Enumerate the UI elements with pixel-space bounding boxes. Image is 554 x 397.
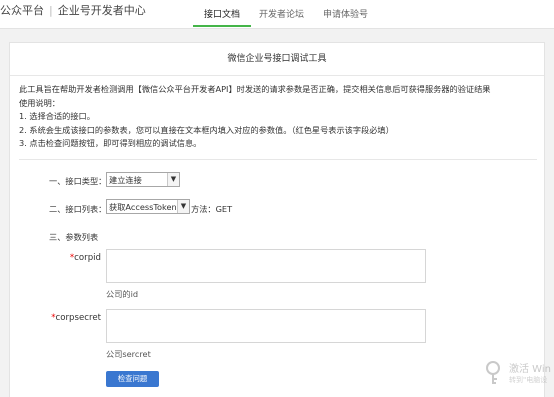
watermark-line-2: 转到"电脑设 — [509, 376, 548, 384]
brand-sub-label: 企业号开发者中心 — [57, 4, 146, 17]
corpid-hint: 公司的id — [106, 289, 139, 299]
params-list-label: 三、参数列表 — [49, 232, 99, 242]
corpid-label-text: corpid — [74, 253, 101, 263]
active-tab-indicator — [193, 25, 251, 27]
section-divider — [19, 159, 537, 160]
watermark-line-1: 激活 Win — [509, 364, 551, 375]
intro-line: 2. 系统会生成该接口的参数表，您可以直接在文本框内填入对应的参数值。（红色星号… — [19, 124, 394, 135]
corpsecret-label: *corpsecret — [46, 313, 101, 323]
nav-item-api-docs[interactable]: 接口文档 — [204, 7, 240, 20]
corpid-label: *corpid — [66, 253, 101, 263]
intro-line: 使用说明： — [19, 97, 60, 108]
interface-type-select[interactable]: 建立连接 ▼ — [106, 172, 180, 187]
debug-tool-panel: 微信企业号接口调试工具 此工具旨在帮助开发者检测调用【微信公众平台开发者API】… — [9, 42, 545, 397]
intro-line: 1. 选择合适的接口。 — [19, 111, 95, 122]
corpsecret-hint: 公司sercret — [106, 349, 151, 359]
corpid-input[interactable] — [106, 249, 426, 283]
panel-title: 微信企业号接口调试工具 — [10, 43, 544, 76]
intro-text: 此工具旨在帮助开发者检测调用【微信公众平台开发者API】时发送的请求参数是否正确… — [19, 83, 539, 151]
activation-watermark: 激活 Win 转到"电脑设 — [478, 356, 554, 396]
brand-separator: | — [49, 4, 53, 17]
key-icon — [486, 361, 500, 384]
interface-type-value: 建立连接 — [109, 175, 142, 185]
nav-item-developer-forum[interactable]: 开发者论坛 — [259, 7, 304, 20]
check-problem-button[interactable]: 检查问题 — [106, 371, 159, 387]
nav-item-apply-trial-account[interactable]: 申请体验号 — [323, 7, 368, 20]
interface-list-select[interactable]: 获取AccessToken ▼ — [106, 199, 190, 214]
interface-list-label: 二、接口列表： — [49, 204, 107, 214]
chevron-down-icon: ▼ — [177, 200, 189, 213]
intro-line: 3. 点击检查问题按钮，即可得到相应的调试信息。 — [19, 138, 202, 149]
brand-main-label[interactable]: 公众平台 — [0, 4, 44, 17]
brand: 公众平台 | 企业号开发者中心 — [0, 2, 146, 18]
corpsecret-label-text: corpsecret — [55, 313, 101, 323]
chevron-down-icon: ▼ — [167, 173, 179, 186]
method-text: 方法：GET — [191, 204, 233, 214]
corpsecret-input[interactable] — [106, 309, 426, 343]
interface-list-value: 获取AccessToken — [109, 202, 177, 212]
intro-line: 此工具旨在帮助开发者检测调用【微信公众平台开发者API】时发送的请求参数是否正确… — [19, 84, 491, 94]
interface-type-label: 一、接口类型： — [49, 176, 107, 186]
top-navigation-bar: 公众平台 | 企业号开发者中心 接口文档 开发者论坛 申请体验号 — [0, 0, 554, 29]
